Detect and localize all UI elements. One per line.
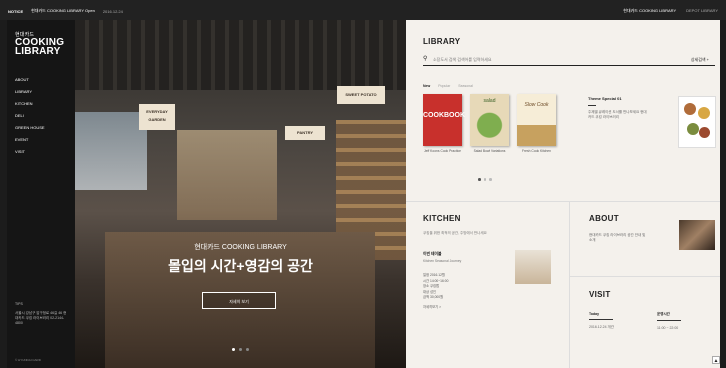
about-section[interactable]: ABOUT 현대카드 쿠킹 라이브러리 공간 안내 및 소개 [589, 214, 719, 250]
book-cover: salad [470, 94, 509, 146]
visit-section: VISIT Today 2016.12.24 개관 운영시간 11:00 ~ 2… [589, 290, 719, 330]
library-dot-3[interactable] [489, 178, 492, 181]
logo-line-2: LIBRARY [15, 46, 61, 57]
kitchen-title: KITCHEN [423, 214, 461, 223]
book-cover: Slow Cook [517, 94, 556, 146]
book-item[interactable]: COOKBOOK Jeff Koons Cook Practice [423, 94, 465, 153]
kitchen-detail: 금액 30,000원 [423, 295, 444, 299]
copyright: © HYUNDAI CARD [15, 358, 41, 362]
kitchen-section: KITCHEN 쿠킹을 위한 최적의 공간, 주방에서 만나세요 이번 테이블 … [423, 214, 563, 309]
theme-divider [588, 105, 596, 106]
library-section: LIBRARY ⚲ 소장도서 검색 검색어를 입력하세요 상세검색 + New … [406, 20, 720, 201]
top-bar: NOTICE 현대카드 COOKING LIBRARY Open 2016.12… [0, 0, 726, 20]
notice-label: NOTICE [8, 8, 24, 14]
hero-window [75, 112, 147, 190]
book-caption: Jeff Koons Cook Practice [424, 149, 461, 153]
book-item[interactable]: salad Salad Bowl Variations [470, 94, 509, 153]
book-caption: Salad Bowl Variations [473, 149, 506, 153]
top-link-depot[interactable]: DEPOT LIBRARY [686, 8, 718, 14]
kitchen-class-card[interactable]: 이번 테이블 Kitchen Seasonal Journey 일정 2016.… [423, 250, 563, 309]
main-nav: ABOUT LIBRARY KITCHEN DELI GREEN HOUSE E… [15, 74, 45, 158]
hero-banner: EVERYDAY GARDEN SWEET POTATO PANTRY 현대카드… [75, 20, 406, 368]
divider [406, 201, 720, 202]
visit-today-head: Today [589, 312, 613, 320]
site-frame: 현대카드 COOKING LIBRARY ABOUT LIBRARY KITCH… [7, 20, 720, 368]
divider [570, 276, 720, 277]
hero-dot-3[interactable] [246, 348, 249, 351]
hero-subtitle: 현대카드 COOKING LIBRARY [194, 244, 287, 251]
hero-ceiling [75, 20, 406, 90]
library-search: ⚲ 소장도서 검색 검색어를 입력하세요 상세검색 + [423, 55, 715, 66]
library-pagination [478, 178, 492, 181]
book-item[interactable]: Slow Cook Fresh Cook Kitchen [517, 94, 556, 153]
tab-seasonal[interactable]: Seasonal [458, 84, 473, 88]
kitchen-image [515, 250, 551, 284]
visit-today: Today 2016.12.24 개관 [589, 312, 644, 330]
sidebar-footer: TIPS 서울시 강남구 압구정로 46길 46 현대카드 쿠킹 라이브러리 0… [15, 302, 69, 326]
book-caption: Fresh Cook Kitchen [522, 149, 551, 153]
book-cover: COOKBOOK [423, 94, 465, 146]
divider [569, 201, 570, 368]
top-link-cooking[interactable]: 현대카드 COOKING LIBRARY [623, 8, 676, 14]
library-tabs: New Popular Seasonal [423, 84, 473, 88]
theme-desc: 주제별 큐레이션 도서를 만나보세요 현대카드 쿠킹 라이브러리 [588, 110, 647, 119]
kitchen-desc: 쿠킹을 위한 최적의 공간, 주방에서 만나세요 [423, 231, 487, 235]
hero-dot-1[interactable] [232, 348, 235, 351]
library-title: LIBRARY [423, 37, 461, 46]
sidebar-footer-text: 서울시 강남구 압구정로 46길 46 현대카드 쿠킹 라이브러리 02-214… [15, 311, 67, 325]
kitchen-more-link[interactable]: 자세히보기 > [423, 304, 563, 309]
content-panel: LIBRARY ⚲ 소장도서 검색 검색어를 입력하세요 상세검색 + New … [406, 20, 720, 368]
visit-hours-head: 운영시간 [657, 312, 681, 321]
nav-item-event[interactable]: EVENT [15, 134, 45, 146]
hero-more-button[interactable]: 자세히 보기 [202, 292, 276, 309]
hero-wall-pattern [177, 130, 277, 220]
hero-dot-2[interactable] [239, 348, 242, 351]
hero-text: 현대카드 COOKING LIBRARY 몰입의 시간+영감의 공간 [75, 242, 406, 276]
visit-today-value: 2016.12.24 개관 [589, 325, 614, 329]
visit-title: VISIT [589, 290, 611, 299]
notice-date: 2016.12.24 [102, 8, 123, 14]
library-dot-1[interactable] [478, 178, 481, 181]
nav-item-deli[interactable]: DELI [15, 110, 45, 122]
sidebar-footer-title: TIPS [15, 302, 23, 306]
site-logo[interactable]: 현대카드 COOKING LIBRARY [15, 32, 64, 57]
tab-new[interactable]: New [423, 84, 430, 88]
about-desc: 현대카드 쿠킹 라이브러리 공간 안내 및 소개 [589, 233, 646, 242]
notice-link[interactable]: 현대카드 COOKING LIBRARY Open [31, 8, 95, 14]
nav-item-library[interactable]: LIBRARY [15, 86, 45, 98]
advanced-search-link[interactable]: 상세검색 + [691, 57, 709, 63]
hero-sign-sweet-potato: SWEET POTATO [337, 86, 385, 104]
visit-hours-value: 11:00 ~ 22:00 [657, 326, 679, 330]
theme-image [678, 96, 716, 148]
hero-sign-pantry: PANTRY [285, 126, 325, 140]
nav-item-kitchen[interactable]: KITCHEN [15, 98, 45, 110]
library-dot-2[interactable] [483, 178, 486, 181]
visit-hours: 운영시간 11:00 ~ 22:00 [657, 312, 712, 330]
nav-item-green-house[interactable]: GREEN HOUSE [15, 122, 45, 134]
sidebar: 현대카드 COOKING LIBRARY ABOUT LIBRARY KITCH… [7, 20, 75, 368]
hero-pagination [232, 348, 249, 351]
nav-item-visit[interactable]: VISIT [15, 146, 45, 158]
search-icon[interactable]: ⚲ [423, 55, 427, 63]
scroll-top-icon[interactable]: ▲ [712, 356, 720, 364]
hero-title: 몰입의 시간+영감의 공간 [168, 258, 313, 274]
theme-special[interactable]: Theme Special 01 주제별 큐레이션 도서를 만나보세요 현대카드… [588, 96, 718, 148]
tab-popular[interactable]: Popular [438, 84, 450, 88]
about-image [679, 220, 715, 250]
search-input[interactable]: 소장도서 검색 검색어를 입력하세요 [433, 57, 492, 63]
book-list: COOKBOOK Jeff Koons Cook Practice salad … [423, 94, 556, 153]
hero-sign-garden: EVERYDAY GARDEN [139, 104, 175, 130]
nav-item-about[interactable]: ABOUT [15, 74, 45, 86]
